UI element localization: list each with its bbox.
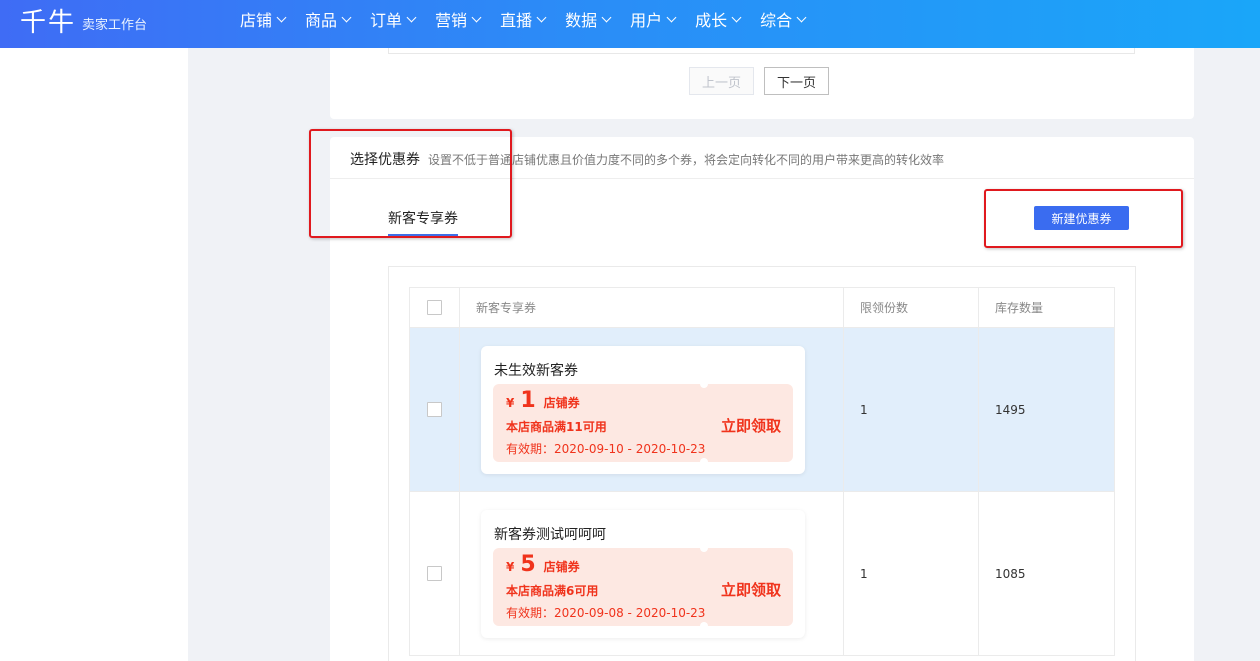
chevron-down-icon [666,12,677,22]
chevron-down-icon [731,12,742,22]
next-page-button[interactable]: 下一页 [764,67,830,95]
nav-item-products[interactable]: 商品 [305,7,352,31]
coupon-amount: 1 [520,387,536,413]
table-header: 新客专享券 限领份数 库存数量 [409,287,1115,328]
chevron-down-icon [341,12,352,22]
coupon-type: 店铺券 [543,395,580,410]
limit-cell: 1 [844,328,979,491]
nav-item-growth[interactable]: 成长 [695,7,742,31]
currency-symbol: ¥ [506,559,515,574]
header-checkbox-cell [410,288,460,327]
select-all-checkbox[interactable] [427,300,442,315]
coupon-name: 新客券测试呵呵呵 [494,526,606,543]
coupon-amount: 5 [520,551,536,577]
coupon-type: 店铺券 [543,559,580,574]
coupon-name: 未生效新客券 [494,362,578,379]
nav-item-general[interactable]: 综合 [760,7,807,31]
coupon-condition: 本店商品满11可用 [506,419,607,434]
nav-item-marketing[interactable]: 营销 [435,7,482,31]
prev-page-button[interactable]: 上一页 [689,67,755,95]
nav-label: 数据 [565,11,598,30]
coupon-amount-line: ¥ 5 店铺券 [506,552,580,577]
row-checkbox[interactable] [427,566,442,581]
nav-label: 成长 [695,11,728,30]
main-nav: 店铺 商品 订单 营销 直播 数据 用户 成长 综合 [240,0,825,38]
coupon-table-container: 新客专享券 限领份数 库存数量 未生效新客券 ¥ 1 店铺券 本店商品满11可用… [388,266,1136,661]
row-checkbox-cell [410,328,460,491]
stock-cell: 1085 [995,566,1026,581]
annotation-highlight-box [984,189,1183,248]
nav-label: 综合 [760,11,793,30]
top-nav-bar: 千牛 卖家工作台 店铺 商品 订单 营销 直播 数据 用户 成长 综合 [0,0,1260,48]
coupon-condition: 本店商品满6可用 [506,583,599,598]
nav-label: 订单 [370,11,403,30]
coupon-notch [700,379,708,388]
claim-coupon-link[interactable]: 立即领取 [721,579,781,600]
annotation-highlight-box [309,129,512,238]
nav-item-orders[interactable]: 订单 [370,7,417,31]
nav-label: 店铺 [240,11,273,30]
chevron-down-icon [601,12,612,22]
coupon-cell: 未生效新客券 ¥ 1 店铺券 本店商品满11可用 有效期：2020-09-10 … [460,328,844,491]
logo[interactable]: 千牛 [20,2,76,39]
currency-symbol: ¥ [506,395,515,410]
pagination-card: 上一页 下一页 [330,48,1194,119]
column-header-limit: 限领份数 [844,288,979,327]
nav-label: 营销 [435,11,468,30]
chevron-down-icon [471,12,482,22]
nav-item-live[interactable]: 直播 [500,7,547,31]
coupon-validity: 有效期：2020-09-08 - 2020-10-23 [506,605,706,620]
pagination: 上一页 下一页 [689,67,830,95]
coupon-cell: 新客券测试呵呵呵 ¥ 5 店铺券 本店商品满6可用 有效期：2020-09-08… [460,492,844,655]
chevron-down-icon [796,12,807,22]
limit-cell: 1 [844,492,979,655]
left-sidebar [0,48,188,661]
coupon-table: 新客专享券 限领份数 库存数量 未生效新客券 ¥ 1 店铺券 本店商品满11可用… [409,287,1115,656]
coupon-body: ¥ 1 店铺券 本店商品满11可用 有效期：2020-09-10 - 2020-… [493,379,793,466]
nav-label: 用户 [630,11,663,30]
coupon-card: 未生效新客券 ¥ 1 店铺券 本店商品满11可用 有效期：2020-09-10 … [481,345,805,474]
chevron-down-icon [276,12,287,22]
table-row[interactable]: 新客券测试呵呵呵 ¥ 5 店铺券 本店商品满6可用 有效期：2020-09-08… [409,492,1115,656]
coupon-body: ¥ 5 店铺券 本店商品满6可用 有效期：2020-09-08 - 2020-1… [493,543,793,630]
row-checkbox[interactable] [427,402,442,417]
row-checkbox-cell [410,492,460,655]
nav-item-data[interactable]: 数据 [565,7,612,31]
coupon-notch [700,621,708,630]
coupon-validity: 有效期：2020-09-10 - 2020-10-23 [506,441,706,456]
table-row[interactable]: 未生效新客券 ¥ 1 店铺券 本店商品满11可用 有效期：2020-09-10 … [409,328,1115,492]
coupon-amount-line: ¥ 1 店铺券 [506,388,580,413]
coupon-card: 新客券测试呵呵呵 ¥ 5 店铺券 本店商品满6可用 有效期：2020-09-08… [481,509,805,638]
nav-item-users[interactable]: 用户 [630,7,677,31]
coupon-notch [700,457,708,466]
stock-cell: 1495 [995,402,1026,417]
coupon-notch [700,543,708,552]
list-box-bottom [388,48,1135,54]
chevron-down-icon [536,12,547,22]
nav-label: 商品 [305,11,338,30]
column-header-coupon: 新客专享券 [460,288,844,327]
nav-item-store[interactable]: 店铺 [240,7,287,31]
claim-coupon-link[interactable]: 立即领取 [721,415,781,436]
logo-subtitle: 卖家工作台 [82,18,148,33]
chevron-down-icon [406,12,417,22]
column-header-stock: 库存数量 [995,301,1044,315]
nav-label: 直播 [500,11,533,30]
